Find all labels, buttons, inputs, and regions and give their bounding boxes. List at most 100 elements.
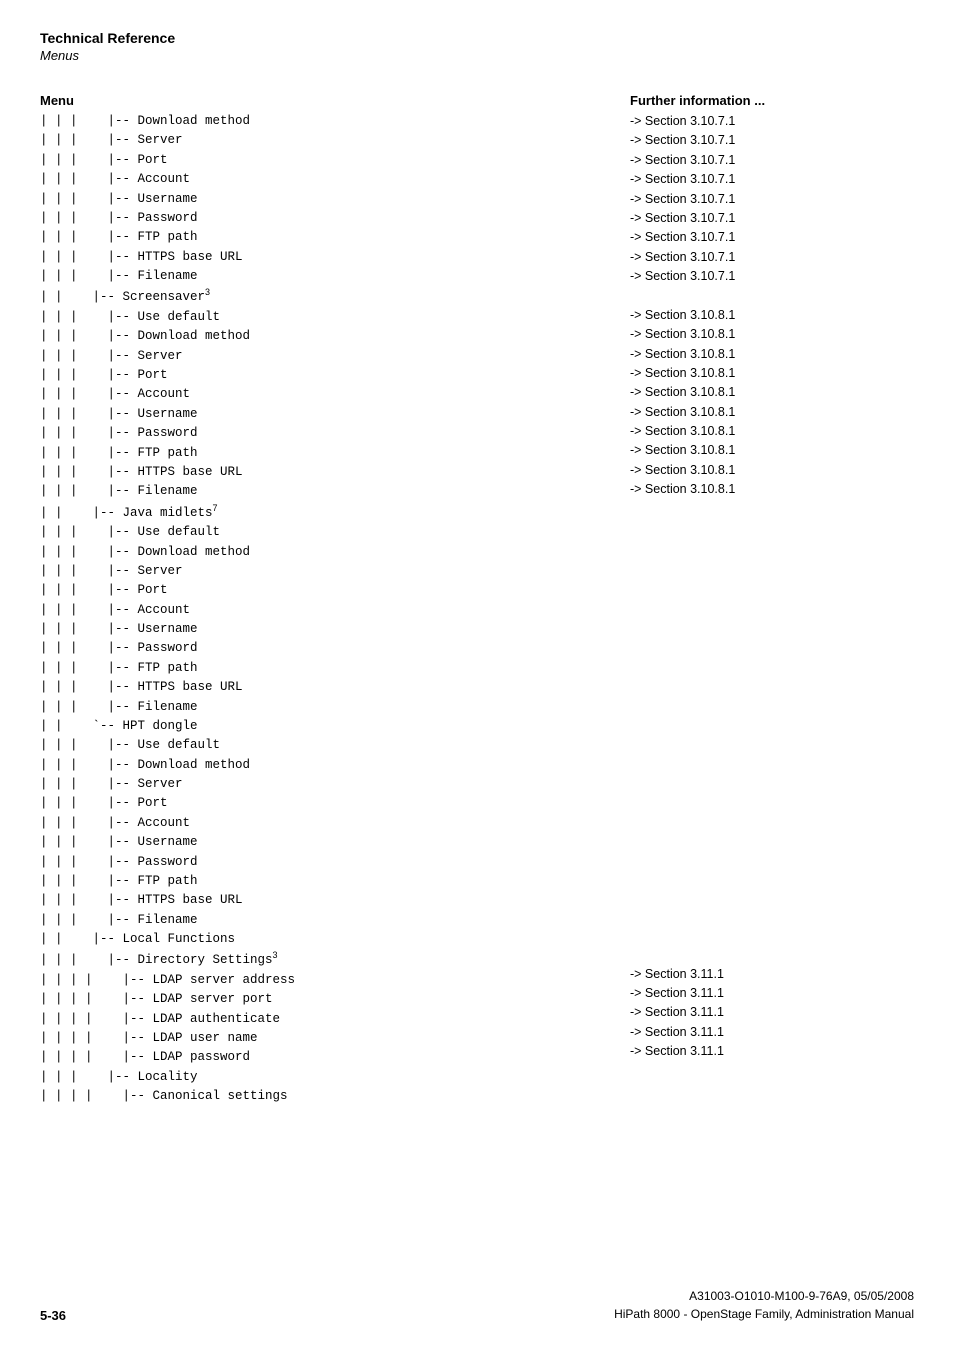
menu-tree-row: | | | |-- HTTPS base URL — [40, 463, 620, 482]
menu-tree-row: | | | | |-- Canonical settings — [40, 1087, 620, 1106]
info-column-header: Further information ... — [630, 93, 914, 108]
menu-column: Menu | | | |-- Download method| | | |-- … — [40, 93, 620, 1107]
info-row — [630, 771, 914, 790]
info-row — [630, 577, 914, 596]
info-lines-container: -> Section 3.10.7.1-> Section 3.10.7.1->… — [630, 112, 914, 1100]
footer-doc-id: A31003-O1010-M100-9-76A9, 05/05/2008 — [614, 1287, 914, 1305]
info-row: -> Section 3.10.7.1 — [630, 248, 914, 267]
info-row: -> Section 3.11.1 — [630, 1003, 914, 1022]
menu-tree-row: | | | | |-- LDAP server port — [40, 990, 620, 1009]
info-row: -> Section 3.10.8.1 — [630, 345, 914, 364]
menu-tree-row: | | `-- HPT dongle — [40, 717, 620, 736]
menu-tree-row: | | | |-- Server — [40, 775, 620, 794]
page-header: Technical Reference Menus — [40, 30, 914, 63]
menu-tree-row: | | | | |-- LDAP server address — [40, 971, 620, 990]
page-title: Technical Reference — [40, 30, 914, 46]
info-row — [630, 500, 914, 519]
info-row: -> Section 3.10.8.1 — [630, 461, 914, 480]
info-row — [630, 868, 914, 887]
info-row — [630, 635, 914, 654]
info-row — [630, 693, 914, 712]
info-row: -> Section 3.11.1 — [630, 1042, 914, 1061]
info-row: -> Section 3.10.7.1 — [630, 170, 914, 189]
menu-tree-row: | | | | |-- LDAP authenticate — [40, 1010, 620, 1029]
info-row — [630, 616, 914, 635]
menu-tree-row: | | | |-- Account — [40, 385, 620, 404]
menu-tree-row: | | | |-- Port — [40, 366, 620, 385]
info-row — [630, 655, 914, 674]
menu-tree-row: | | |-- Screensaver3 — [40, 286, 620, 308]
menu-tree-row: | | | |-- Username — [40, 833, 620, 852]
info-row: -> Section 3.10.8.1 — [630, 441, 914, 460]
info-row — [630, 829, 914, 848]
menu-tree-row: | | | |-- Download method — [40, 543, 620, 562]
menu-tree: | | | |-- Download method| | | |-- Serve… — [40, 112, 620, 1107]
info-row — [630, 790, 914, 809]
info-row — [630, 848, 914, 867]
menu-tree-row: | | | |-- Download method — [40, 327, 620, 346]
menu-tree-row: | | |-- Java midlets7 — [40, 502, 620, 524]
menu-tree-row: | | | |-- FTP path — [40, 444, 620, 463]
menu-tree-row: | | | |-- Server — [40, 562, 620, 581]
content-area: Menu | | | |-- Download method| | | |-- … — [40, 93, 914, 1107]
info-row: -> Section 3.10.8.1 — [630, 480, 914, 499]
menu-column-header: Menu — [40, 93, 620, 108]
info-row: -> Section 3.10.8.1 — [630, 364, 914, 383]
page-subtitle: Menus — [40, 48, 914, 63]
info-row — [630, 732, 914, 751]
menu-tree-row: | | | |-- Filename — [40, 698, 620, 717]
info-row: -> Section 3.11.1 — [630, 1023, 914, 1042]
menu-tree-row: | | | |-- Password — [40, 209, 620, 228]
menu-tree-row: | | | |-- Port — [40, 794, 620, 813]
info-row: -> Section 3.10.8.1 — [630, 422, 914, 441]
info-row — [630, 519, 914, 538]
menu-tree-row: | | | |-- Server — [40, 131, 620, 150]
info-row: -> Section 3.10.8.1 — [630, 383, 914, 402]
menu-tree-row: | | | |-- Account — [40, 601, 620, 620]
page-footer: 5-36 A31003-O1010-M100-9-76A9, 05/05/200… — [40, 1287, 914, 1323]
menu-tree-row: | | | |-- HTTPS base URL — [40, 891, 620, 910]
menu-tree-row: | | | |-- Use default — [40, 308, 620, 327]
info-row — [630, 1081, 914, 1100]
menu-tree-row: | | | |-- Filename — [40, 911, 620, 930]
menu-tree-row: | | | |-- Username — [40, 405, 620, 424]
menu-tree-row: | | | |-- Directory Settings3 — [40, 949, 620, 971]
menu-tree-row: | | | |-- Locality — [40, 1068, 620, 1087]
info-row — [630, 538, 914, 557]
info-row: -> Section 3.11.1 — [630, 965, 914, 984]
info-column: Further information ... -> Section 3.10.… — [620, 93, 914, 1107]
info-row — [630, 810, 914, 829]
info-row — [630, 596, 914, 615]
info-row — [630, 286, 914, 305]
info-row — [630, 887, 914, 906]
info-row — [630, 906, 914, 925]
menu-tree-row: | | | |-- Filename — [40, 482, 620, 501]
info-row — [630, 926, 914, 945]
menu-tree-row: | | | |-- FTP path — [40, 228, 620, 247]
menu-tree-row: | | | |-- Password — [40, 853, 620, 872]
info-row: -> Section 3.10.7.1 — [630, 209, 914, 228]
info-row — [630, 1061, 914, 1080]
info-row — [630, 751, 914, 770]
menu-tree-row: | | |-- Local Functions — [40, 930, 620, 949]
page-number: 5-36 — [40, 1308, 66, 1323]
menu-tree-row: | | | |-- FTP path — [40, 872, 620, 891]
menu-tree-row: | | | |-- Password — [40, 424, 620, 443]
menu-tree-row: | | | |-- Use default — [40, 736, 620, 755]
menu-tree-row: | | | |-- Port — [40, 151, 620, 170]
info-row: -> Section 3.10.7.1 — [630, 112, 914, 131]
footer-doc-title: HiPath 8000 - OpenStage Family, Administ… — [614, 1305, 914, 1323]
info-row: -> Section 3.10.7.1 — [630, 151, 914, 170]
info-row: -> Section 3.10.8.1 — [630, 325, 914, 344]
info-row: -> Section 3.10.7.1 — [630, 131, 914, 150]
info-row — [630, 674, 914, 693]
info-row: -> Section 3.10.8.1 — [630, 403, 914, 422]
menu-tree-row: | | | |-- FTP path — [40, 659, 620, 678]
info-row: -> Section 3.10.7.1 — [630, 190, 914, 209]
info-row: -> Section 3.10.7.1 — [630, 228, 914, 247]
info-row — [630, 945, 914, 964]
menu-tree-row: | | | |-- Filename — [40, 267, 620, 286]
info-row: -> Section 3.10.7.1 — [630, 267, 914, 286]
menu-tree-row: | | | |-- Server — [40, 347, 620, 366]
footer-doc-info: A31003-O1010-M100-9-76A9, 05/05/2008 HiP… — [614, 1287, 914, 1323]
